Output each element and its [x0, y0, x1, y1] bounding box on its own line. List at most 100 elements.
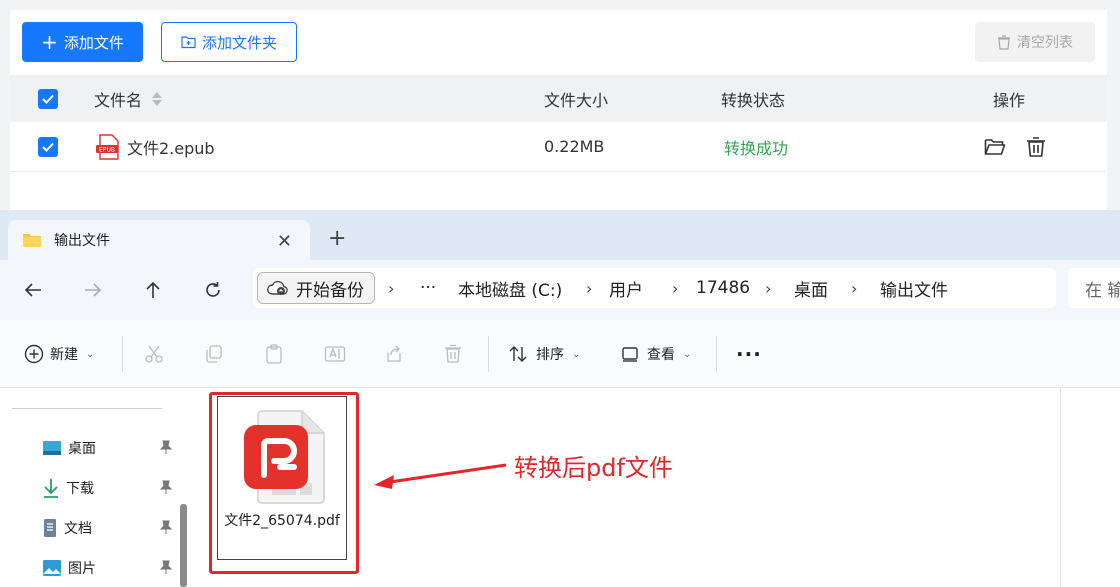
add-folder-label: 添加文件夹 [201, 33, 277, 52]
pin-icon[interactable] [160, 480, 172, 494]
crumb-local-disk[interactable]: 本地磁盘 (C:) [458, 268, 562, 308]
chevron-right-icon: › [851, 278, 858, 298]
navigation-bar: 开始备份 › ··· 本地磁盘 (C:) › 用户 › 17486 › 桌面 ›… [0, 260, 1120, 320]
crumb-desktop[interactable]: 桌面 [794, 268, 828, 308]
refresh-icon[interactable] [199, 276, 227, 304]
copy-icon[interactable] [204, 320, 224, 388]
navigation-pane: 桌面 下载 文档 图片 [0, 388, 190, 587]
file-name: 文件2_65074.pdf [224, 513, 340, 529]
chevron-down-icon: ⌄ [572, 348, 581, 360]
tab-bar: 输出文件 ✕ + [0, 210, 1120, 260]
new-tab-icon[interactable]: + [328, 226, 346, 251]
desktop-icon [43, 441, 61, 455]
pin-icon[interactable] [160, 560, 172, 574]
sort-button[interactable]: 排序 ⌄ [508, 320, 580, 388]
sidebar-item-downloads[interactable]: 下载 [42, 476, 172, 500]
sidebar-item-pictures[interactable]: 图片 [42, 556, 172, 580]
share-icon[interactable] [384, 320, 404, 388]
folder-plus-icon [181, 36, 196, 49]
chevron-right-icon: › [388, 278, 395, 298]
chevron-right-icon: › [586, 278, 593, 298]
delete-icon[interactable] [444, 320, 462, 388]
chevron-down-icon: ⌄ [86, 348, 95, 360]
open-folder-icon[interactable] [984, 137, 1006, 157]
command-toolbar: 新建 ⌄ 排序 ⌄ 查看 ⌄ ··· [0, 320, 1120, 388]
row-filename: EPUB 文件2.epub [95, 122, 215, 171]
forward-icon[interactable] [79, 276, 107, 304]
crumb-more[interactable]: ··· [420, 268, 436, 308]
sidebar-item-label: 桌面 [68, 441, 96, 457]
pdf-icon [244, 410, 325, 504]
close-tab-icon[interactable]: ✕ [277, 231, 292, 252]
view-label: 查看 [647, 347, 675, 363]
sidebar-item-label: 下载 [66, 481, 94, 497]
screenshot-root: + 添加文件 添加文件夹 清空列表 文件名 文件大小 转换状态 操作 EPUB … [0, 0, 1120, 587]
more-options-icon[interactable]: ··· [736, 320, 762, 388]
toolbar-divider [122, 336, 123, 372]
address-bar[interactable]: 开始备份 › ··· 本地磁盘 (C:) › 用户 › 17486 › 桌面 ›… [253, 268, 1056, 308]
document-icon [44, 519, 56, 537]
column-filename[interactable]: 文件名 [94, 75, 163, 122]
sidebar-item-desktop[interactable]: 桌面 [42, 436, 172, 460]
sidebar-scrollbar[interactable] [180, 504, 187, 587]
plus-icon: + [41, 30, 58, 54]
chevron-right-icon: › [765, 278, 772, 298]
row-filename-text: 文件2.epub [127, 138, 215, 158]
column-actions-label: 操作 [993, 90, 1026, 110]
row-status: 转换成功 [724, 122, 788, 171]
row-filesize: 0.22MB [544, 122, 604, 171]
new-label: 新建 [50, 347, 78, 363]
check-icon [42, 94, 54, 104]
sidebar-item-label: 图片 [68, 561, 96, 577]
file-item[interactable]: 文件2_65074.pdf [217, 396, 347, 560]
add-file-button[interactable]: + 添加文件 [22, 22, 143, 62]
tab-output-folder[interactable]: 输出文件 ✕ [8, 220, 310, 260]
pin-icon[interactable] [160, 440, 172, 454]
back-icon[interactable] [19, 276, 47, 304]
toolbar-divider [716, 336, 717, 372]
view-button[interactable]: 查看 ⌄ [621, 320, 691, 388]
tab-title: 输出文件 [54, 233, 110, 249]
crumb-users[interactable]: 用户 [609, 268, 643, 308]
folder-icon [23, 234, 41, 247]
row-status-text: 转换成功 [724, 138, 789, 158]
sort-arrows-icon [509, 346, 527, 362]
clear-list-label: 清空列表 [1017, 35, 1073, 51]
column-filesize-label: 文件大小 [544, 90, 609, 110]
file-list-area: 文件2_65074.pdf [195, 388, 1061, 587]
view-icon [622, 347, 638, 362]
trash-icon [998, 34, 1010, 50]
crumb-user-id[interactable]: 17486 [696, 268, 750, 308]
pin-icon[interactable] [160, 520, 172, 534]
chevron-down-icon: ⌄ [683, 348, 692, 360]
toolbar-divider [488, 336, 489, 372]
table-row[interactable]: EPUB 文件2.epub 0.22MB 转换成功 [10, 122, 1107, 172]
row-filesize-text: 0.22MB [544, 137, 605, 156]
more-label: ··· [736, 342, 762, 366]
delete-icon[interactable] [1026, 136, 1046, 158]
search-placeholder: 在 输 [1085, 280, 1120, 301]
search-input[interactable]: 在 输 [1068, 268, 1120, 308]
column-actions: 操作 [993, 75, 1025, 122]
sort-icon[interactable] [152, 91, 163, 106]
clear-list-button[interactable]: 清空列表 [975, 22, 1095, 62]
annotation-arrow-icon [374, 463, 507, 489]
annotation-label: 转换后pdf文件 [514, 454, 673, 482]
up-icon[interactable] [139, 276, 167, 304]
new-button[interactable]: 新建 ⌄ [24, 320, 94, 388]
pictures-icon [43, 560, 61, 576]
rename-icon[interactable] [324, 320, 346, 388]
cut-icon[interactable] [144, 320, 164, 388]
crumb-output-folder[interactable]: 输出文件 [880, 268, 948, 308]
column-status-label: 转换状态 [721, 90, 786, 110]
select-all-checkbox[interactable] [38, 88, 58, 109]
add-folder-button[interactable]: 添加文件夹 [161, 22, 297, 62]
start-backup-button[interactable]: 开始备份 [257, 272, 375, 304]
table-header: 文件名 文件大小 转换状态 操作 [10, 75, 1107, 122]
sort-label: 排序 [536, 347, 564, 363]
row-checkbox[interactable] [38, 136, 58, 157]
cloud-backup-icon [267, 280, 288, 295]
sidebar-item-label: 文档 [64, 521, 92, 537]
paste-icon[interactable] [264, 320, 284, 388]
sidebar-item-documents[interactable]: 文档 [42, 516, 172, 540]
